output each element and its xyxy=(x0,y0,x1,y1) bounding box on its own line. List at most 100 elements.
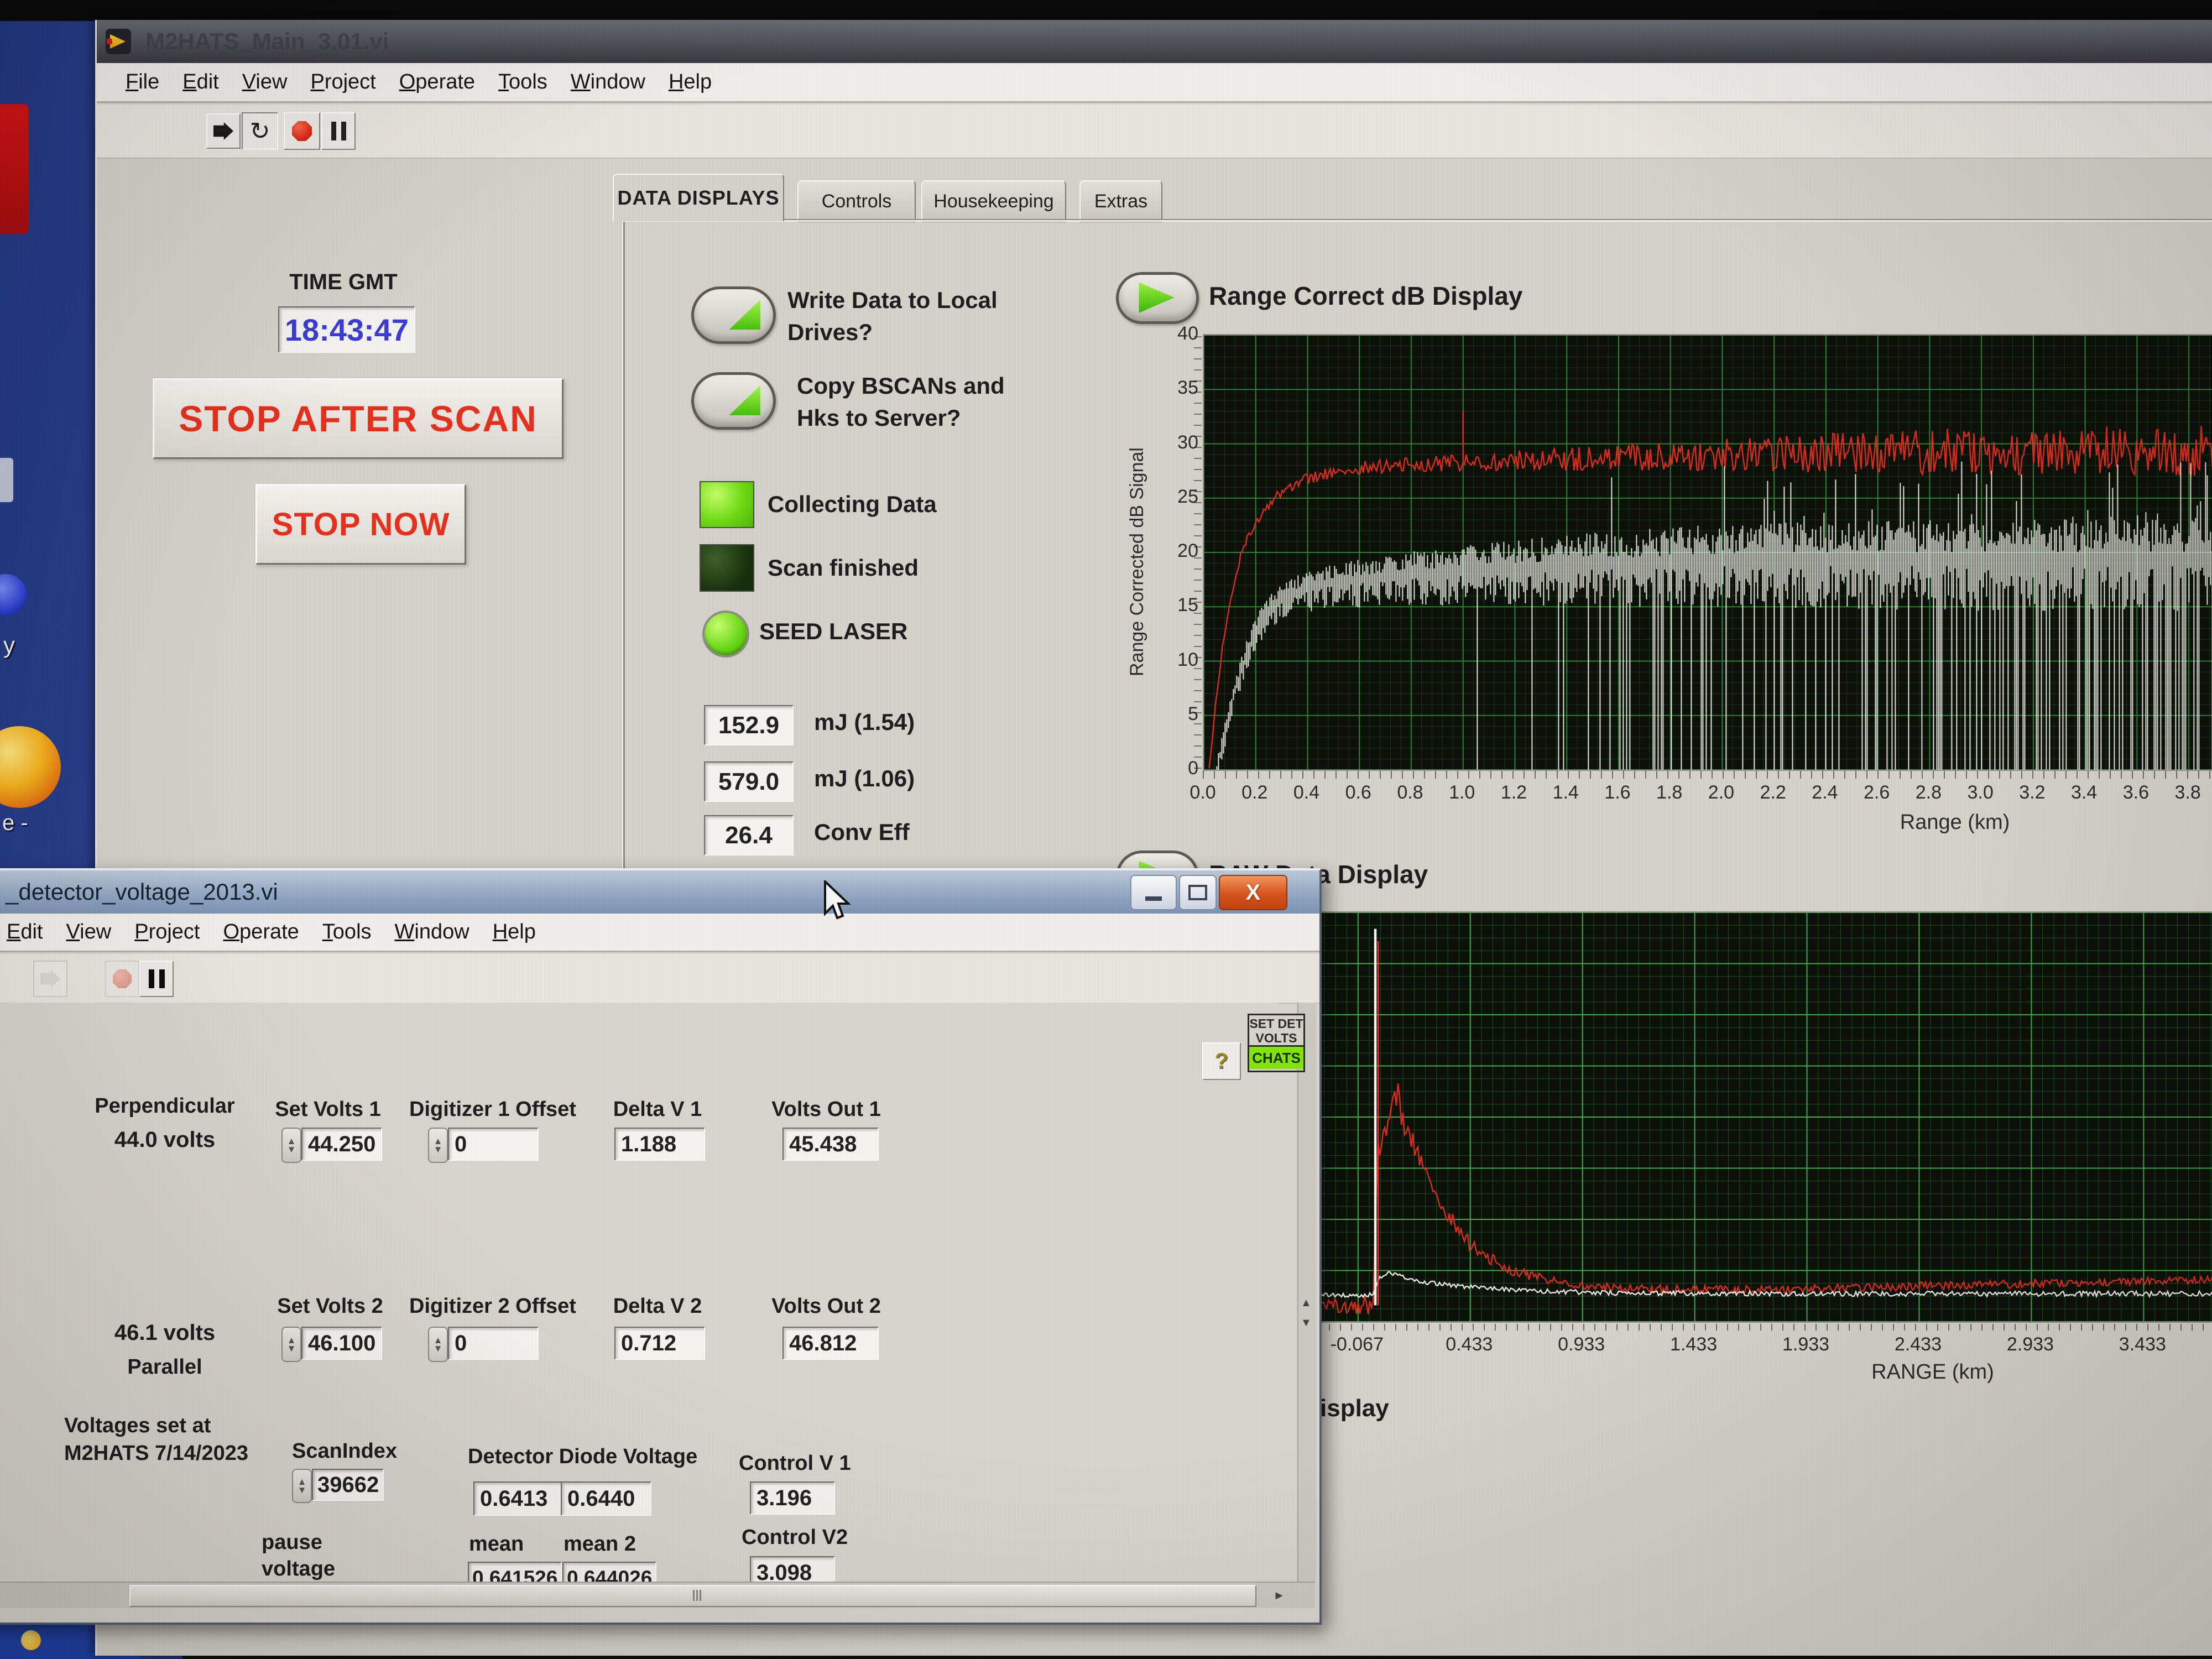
main-window-title: M2HATS_Main_3.01.vi xyxy=(145,28,389,55)
det-help-button[interactable]: ? xyxy=(1202,1042,1241,1080)
scroll-up-icon[interactable]: ▲ xyxy=(1301,1297,1312,1310)
tab-extras[interactable]: Extras xyxy=(1079,180,1162,222)
desktop-icon-orange-sphere[interactable] xyxy=(0,726,61,808)
spinner-icon[interactable]: ▲▼ xyxy=(292,1469,312,1503)
desktop-icon-label-e: e - xyxy=(2,811,28,836)
ytick-top-35: 35 xyxy=(1152,377,1198,399)
delta-v2-value: 0.712 xyxy=(614,1327,705,1360)
digitizer-1-offset-label: Digitizer 1 Offset xyxy=(404,1098,581,1121)
ytick-top-30: 30 xyxy=(1152,432,1198,453)
control-v2-value: 3.098 xyxy=(750,1556,835,1582)
control-v2-label: Control V2 xyxy=(742,1526,848,1550)
detector-menu-operate[interactable]: Operate xyxy=(223,920,299,944)
stop-after-scan-button[interactable]: STOP AFTER SCAN xyxy=(153,378,564,459)
det-run-button[interactable] xyxy=(33,961,67,997)
detector-menu-help[interactable]: Help xyxy=(493,920,536,944)
tab-controls-label: Controls xyxy=(822,191,892,212)
det-abort-icon xyxy=(113,969,132,988)
detector-diode-value-2: 0.6440 xyxy=(561,1481,651,1516)
mean2-label: mean 2 xyxy=(564,1532,636,1556)
main-menu-edit[interactable]: Edit xyxy=(182,70,219,94)
detector-panel: Perpendicular 44.0 volts Set Volts 1 ▲▼ … xyxy=(0,1003,1279,1582)
main-menu-view[interactable]: View xyxy=(242,70,288,94)
set-volts-2-control[interactable]: ▲▼ 46.100 xyxy=(281,1327,382,1362)
digitizer-1-offset-control[interactable]: ▲▼ 0 xyxy=(428,1128,539,1163)
hscroll-thumb[interactable] xyxy=(129,1585,1256,1607)
volts-out-1-value: 45.438 xyxy=(782,1128,879,1161)
detector-menu-edit[interactable]: Edit xyxy=(7,920,43,944)
pause-button[interactable] xyxy=(321,112,356,150)
bottom-chart-plot[interactable] xyxy=(1296,911,2212,1323)
scan-finished-label: Scan finished xyxy=(768,555,919,581)
ytick-top-10: 10 xyxy=(1152,649,1198,671)
detector-menu-project[interactable]: Project xyxy=(134,920,200,944)
tab-data-displays[interactable]: DATA DISPLAYS xyxy=(613,174,784,221)
main-menu-operate[interactable]: Operate xyxy=(399,70,475,94)
main-titlebar[interactable]: M2HATS_Main_3.01.vi xyxy=(97,20,2212,63)
xtick-bottom-0.433: 0.433 xyxy=(1436,1334,1503,1355)
abort-icon xyxy=(292,121,312,141)
main-menu-window[interactable]: Window xyxy=(571,70,645,94)
abort-button[interactable] xyxy=(284,112,320,150)
top-chart-ytick-marks xyxy=(1194,334,1202,769)
pause-voltage-label: pausevoltage xyxy=(262,1529,335,1582)
tab-housekeeping[interactable]: Housekeeping xyxy=(921,180,1066,222)
xtick-bottom-0.933: 0.933 xyxy=(1548,1334,1615,1355)
digitizer-2-offset-control[interactable]: ▲▼ 0 xyxy=(428,1327,539,1362)
desktop-icon-fragment-white[interactable] xyxy=(0,458,13,502)
spinner-icon[interactable]: ▲▼ xyxy=(281,1128,301,1163)
main-menu-file[interactable]: File xyxy=(126,70,159,94)
main-menu-project[interactable]: Project xyxy=(310,70,375,94)
detector-titlebar[interactable]: _detector_voltage_2013.vi xyxy=(0,870,1319,914)
write-data-toggle[interactable] xyxy=(691,286,776,344)
run-button[interactable] xyxy=(206,113,241,149)
minimize-button[interactable] xyxy=(1130,875,1177,910)
det-pause-button[interactable] xyxy=(139,961,174,997)
close-button[interactable]: X xyxy=(1219,875,1287,910)
set-det-volts-button[interactable]: SET DET VOLTS CHATS xyxy=(1248,1014,1305,1072)
spinner-icon[interactable]: ▲▼ xyxy=(281,1327,301,1362)
det-abort-button[interactable] xyxy=(105,961,139,997)
main-menu-help[interactable]: Help xyxy=(669,70,712,94)
maximize-button[interactable] xyxy=(1179,875,1217,910)
top-chart-xlabel: Range (km) xyxy=(1844,811,2065,834)
stop-now-button[interactable]: STOP NOW xyxy=(255,484,466,565)
detector-vscrollbar[interactable]: ▲ ▼ xyxy=(1297,1003,1316,1582)
spinner-icon[interactable]: ▲▼ xyxy=(428,1128,448,1163)
labview-icon xyxy=(106,29,131,54)
copy-bscans-label: Copy BSCANs andHks to Server? xyxy=(797,370,1005,434)
perpendicular-volts-label: 44.0 volts xyxy=(101,1128,228,1152)
detector-menu-view[interactable]: View xyxy=(66,920,112,944)
photo-border-top xyxy=(0,0,2212,21)
scroll-down-icon[interactable]: ▼ xyxy=(1301,1317,1312,1329)
volts-out-2-value: 46.812 xyxy=(782,1327,879,1360)
digitizer-2-offset-label: Digitizer 2 Offset xyxy=(404,1295,581,1318)
desktop-icon-blue-orb[interactable] xyxy=(0,574,27,615)
top-chart-plot[interactable] xyxy=(1203,334,2212,771)
scroll-right-icon[interactable]: ► xyxy=(1273,1588,1285,1603)
chats-button[interactable]: CHATS xyxy=(1249,1045,1303,1069)
set-volts-1-control[interactable]: ▲▼ 44.250 xyxy=(281,1128,382,1163)
detector-menu-window[interactable]: Window xyxy=(395,920,469,944)
desktop-icon-fragment-red[interactable] xyxy=(0,104,29,234)
write-data-label: Write Data to LocalDrives? xyxy=(787,284,998,348)
main-toolbar: ↻ xyxy=(97,105,2212,159)
readout-conv-eff: 26.4 xyxy=(704,815,794,855)
detector-menu-tools[interactable]: Tools xyxy=(322,920,372,944)
tab-data-displays-label: DATA DISPLAYS xyxy=(617,186,779,210)
det-run-arrow-icon xyxy=(40,970,60,988)
taskbar-icon-fragment[interactable] xyxy=(21,1630,41,1650)
copy-bscans-toggle[interactable] xyxy=(691,372,776,430)
range-correct-toggle[interactable] xyxy=(1116,272,1199,324)
detector-hscrollbar[interactable]: ◄ ► xyxy=(0,1582,1315,1608)
mean-value: 0.641526 xyxy=(468,1562,562,1582)
spinner-icon[interactable]: ▲▼ xyxy=(428,1327,448,1362)
ytick-top-15: 15 xyxy=(1152,594,1198,616)
control-v1-value: 3.196 xyxy=(750,1481,835,1515)
tab-controls[interactable]: Controls xyxy=(797,180,916,222)
ytick-top-25: 25 xyxy=(1152,486,1198,508)
scan-index-control[interactable]: ▲▼ 39662 xyxy=(292,1469,384,1503)
detector-diode-value-1: 0.6413 xyxy=(473,1481,562,1516)
main-menu-tools[interactable]: Tools xyxy=(498,70,547,94)
run-continuous-button[interactable]: ↻ xyxy=(242,112,278,150)
